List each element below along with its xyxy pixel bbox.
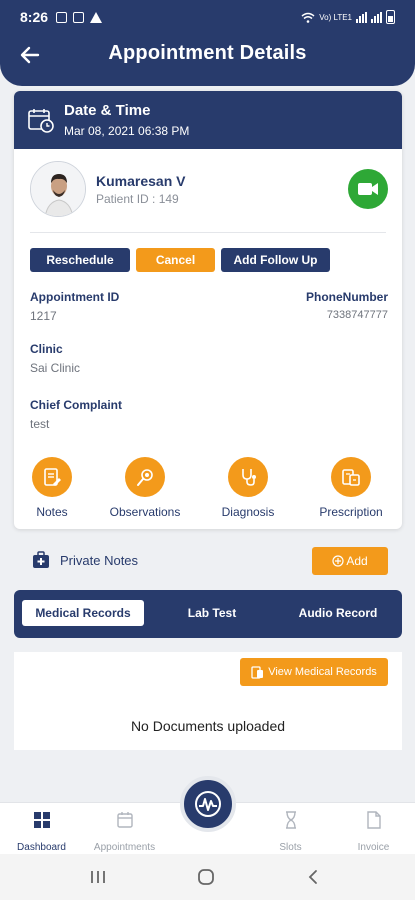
notes-label: Notes xyxy=(36,505,68,519)
date-time-header: Date & Time Mar 08, 2021 06:38 PM xyxy=(14,91,402,149)
medical-kit-icon xyxy=(33,551,49,568)
clinic-label: Clinic xyxy=(30,342,63,356)
add-follow-up-button[interactable]: Add Follow Up xyxy=(221,248,330,272)
video-call-button[interactable] xyxy=(348,169,388,209)
app-notification-icon xyxy=(73,11,85,23)
signal-icon xyxy=(356,11,367,23)
diagnosis-icon xyxy=(242,469,256,486)
page-title: Appointment Details xyxy=(108,42,307,64)
person-photo-icon xyxy=(31,162,85,216)
phone-label: PhoneNumber xyxy=(305,290,388,304)
cancel-button[interactable]: Cancel xyxy=(136,248,215,272)
tab-audio-record[interactable]: Audio Record xyxy=(288,600,388,626)
notes-button[interactable]: Notes xyxy=(14,457,92,519)
signal-2-icon xyxy=(371,11,382,23)
nav-slots-label: Slots xyxy=(279,842,302,853)
calendar-clock-icon xyxy=(28,109,54,133)
wifi-icon xyxy=(301,12,315,23)
add-private-note-button[interactable]: Add xyxy=(312,547,388,575)
view-medical-records-label: View Medical Records xyxy=(268,666,377,678)
date-time-label: Date & Time xyxy=(64,102,151,119)
patient-row: Kumaresan V Patient ID : 149 xyxy=(30,161,388,217)
records-tabs: Medical Records Lab Test Audio Record xyxy=(14,590,402,638)
diagnosis-label: Diagnosis xyxy=(221,505,275,519)
appointment-id-value: 1217 xyxy=(30,309,57,323)
recent-apps-button[interactable] xyxy=(83,864,113,890)
nav-dashboard-label: Dashboard xyxy=(17,842,66,853)
status-time: 8:26 xyxy=(20,9,49,25)
tab-medical-records[interactable]: Medical Records xyxy=(22,600,144,626)
nav-invoice-label: Invoice xyxy=(357,842,390,853)
hourglass-icon xyxy=(285,811,296,829)
network-type-label: Vo) LTE1 xyxy=(319,12,352,22)
notes-icon xyxy=(44,468,61,486)
video-camera-icon xyxy=(358,183,378,195)
documents-panel: View Medical Records No Documents upload… xyxy=(14,652,402,750)
status-bar: 8:26 Vo) LTE1 xyxy=(0,0,415,34)
calendar-icon xyxy=(116,812,133,828)
gallery-notification-icon xyxy=(56,11,68,23)
appointment-actions: Reschedule Cancel Add Follow Up xyxy=(30,248,330,272)
diagnosis-button[interactable]: Diagnosis xyxy=(208,457,288,519)
nav-slots[interactable]: Slots xyxy=(249,803,332,855)
system-navigation-bar xyxy=(0,854,415,900)
chief-complaint-label: Chief Complaint xyxy=(30,398,122,412)
nav-invoice[interactable]: Invoice xyxy=(332,803,415,855)
nav-appointments[interactable]: Appointments xyxy=(83,803,166,855)
battery-icon xyxy=(386,10,395,24)
empty-documents-text: No Documents uploaded xyxy=(130,718,286,734)
home-button[interactable] xyxy=(191,864,221,890)
recent-apps-icon xyxy=(91,871,105,883)
patient-avatar xyxy=(30,161,86,217)
home-fab-button[interactable] xyxy=(180,776,236,832)
reschedule-button[interactable]: Reschedule xyxy=(30,248,130,272)
observations-label: Observations xyxy=(109,505,181,519)
appointment-card: Date & Time Mar 08, 2021 06:38 PM Kumare… xyxy=(14,91,402,529)
view-medical-records-button[interactable]: View Medical Records xyxy=(240,658,388,686)
stethoscope-icon xyxy=(137,469,153,486)
prescription-label: Prescription xyxy=(319,505,383,519)
document-icon xyxy=(366,811,381,829)
add-label: Add xyxy=(346,554,368,568)
prescription-icon xyxy=(342,469,360,486)
private-notes-row: Private Notes Add xyxy=(14,545,402,577)
chief-complaint-value: test xyxy=(30,417,50,431)
quick-actions: Notes Observations Diagnosis Prescriptio… xyxy=(14,457,402,527)
private-notes-label: Private Notes xyxy=(60,553,139,568)
nav-dashboard[interactable]: Dashboard xyxy=(0,803,83,855)
observations-button[interactable]: Observations xyxy=(105,457,185,519)
nav-appointments-label: Appointments xyxy=(93,842,156,853)
warning-notification-icon xyxy=(90,11,103,23)
pulse-logo-icon xyxy=(195,791,221,817)
clinic-value: Sai Clinic xyxy=(30,361,81,375)
date-time-value: Mar 08, 2021 06:38 PM xyxy=(64,124,190,138)
dashboard-icon xyxy=(33,812,50,828)
divider xyxy=(30,232,386,233)
phone-value: 7338747777 xyxy=(326,309,388,321)
system-back-button[interactable] xyxy=(298,864,328,890)
chevron-left-icon xyxy=(308,870,317,884)
tab-lab-test[interactable]: Lab Test xyxy=(170,600,254,626)
patient-name: Kumaresan V xyxy=(96,172,186,189)
app-header: 8:26 Vo) LTE1 Appointment Details xyxy=(0,0,415,86)
appointment-id-label: Appointment ID xyxy=(30,290,120,304)
home-circle-icon xyxy=(198,869,214,885)
patient-id: Patient ID : 149 xyxy=(96,191,179,206)
prescription-button[interactable]: Prescription xyxy=(311,457,391,519)
records-icon xyxy=(251,665,264,679)
plus-circle-icon xyxy=(332,555,344,567)
